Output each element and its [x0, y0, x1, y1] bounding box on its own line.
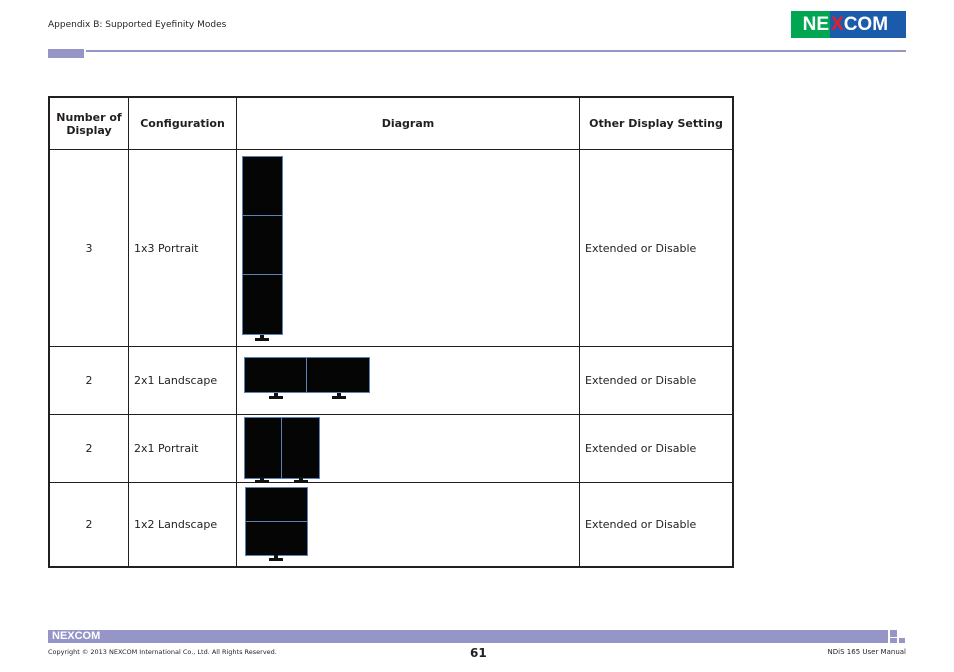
- eyefinity-modes-table: Number of Display Configuration Diagram …: [48, 96, 734, 568]
- manual-title: NDiS 165 User Manual: [827, 648, 906, 656]
- monitor-stand-icon: [269, 555, 283, 561]
- monitor-icon: [244, 417, 283, 479]
- col-header-number: Number of Display: [48, 96, 129, 150]
- table-row: 3 1x3 Portrait Extended or Disable: [48, 149, 734, 347]
- monitor-icon: [306, 357, 370, 393]
- table-header-row: Number of Display Configuration Diagram …: [48, 96, 734, 150]
- monitor-stand-icon: [332, 393, 346, 399]
- logo-mark: X: [831, 13, 844, 35]
- display-setting: Extended or Disable: [579, 482, 734, 567]
- section-title: Appendix B: Supported Eyefinity Modes: [48, 20, 227, 30]
- table-row: 2 2x1 Landscape Extended or Disable: [48, 346, 734, 415]
- footer-logo: NEXCOM: [52, 630, 101, 642]
- configuration: 1x3 Portrait: [128, 149, 237, 347]
- display-count: 2: [48, 482, 129, 567]
- footer-square-decoration: [899, 638, 905, 643]
- monitor-icon: [242, 156, 283, 216]
- logo-left-text: NE: [802, 13, 829, 35]
- monitor-stand-icon: [255, 335, 269, 341]
- monitor-icon: [245, 487, 308, 523]
- display-setting: Extended or Disable: [579, 414, 734, 483]
- monitor-icon: [244, 357, 308, 393]
- col-header-configuration: Configuration: [128, 96, 237, 150]
- configuration: 2x1 Portrait: [128, 414, 237, 483]
- page-number: 61: [470, 646, 487, 660]
- logo-left: NE: [791, 11, 830, 38]
- table-row: 2 1x2 Landscape Extended or Disable: [48, 482, 734, 567]
- diagram-2x1-portrait: [236, 414, 580, 483]
- logo-right-text: COM: [843, 13, 889, 35]
- monitor-icon: [245, 521, 308, 556]
- footer-square-decoration: [890, 638, 897, 643]
- col-header-setting: Other Display Setting: [579, 96, 734, 150]
- footer-square-decoration: [890, 630, 897, 637]
- col-header-diagram: Diagram: [236, 96, 580, 150]
- display-setting: Extended or Disable: [579, 346, 734, 415]
- monitor-icon: [281, 417, 320, 479]
- footer-bar: [48, 630, 888, 643]
- diagram-2x1-landscape: [236, 346, 580, 415]
- diagram-1x3-portrait: [236, 149, 580, 347]
- table-row: 2 2x1 Portrait Extended or Disable: [48, 414, 734, 483]
- display-setting: Extended or Disable: [579, 149, 734, 347]
- monitor-icon: [242, 215, 283, 275]
- monitor-stand-icon: [269, 393, 283, 399]
- monitor-icon: [242, 274, 283, 335]
- display-count: 3: [48, 149, 129, 347]
- configuration: 1x2 Landscape: [128, 482, 237, 567]
- logo-right: X COM: [830, 11, 906, 38]
- copyright-text: Copyright © 2013 NEXCOM International Co…: [48, 648, 277, 656]
- header-rule: [86, 50, 906, 52]
- display-count: 2: [48, 414, 129, 483]
- configuration: 2x1 Landscape: [128, 346, 237, 415]
- display-count: 2: [48, 346, 129, 415]
- header-accent-block: [48, 49, 84, 58]
- nexcom-logo: NE X COM: [791, 11, 906, 38]
- diagram-1x2-landscape: [236, 482, 580, 567]
